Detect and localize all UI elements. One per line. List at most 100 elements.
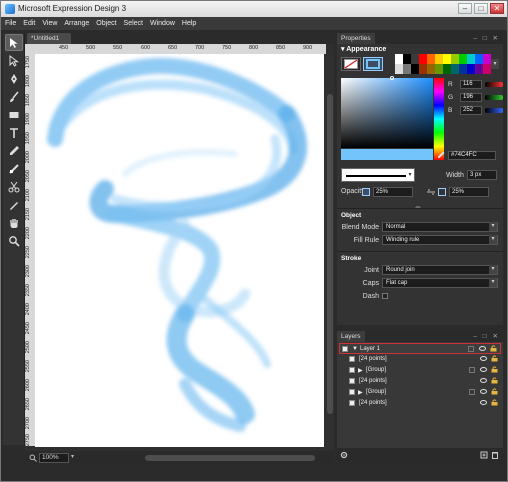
- layer-row[interactable]: ▼ Layer 1: [339, 343, 501, 354]
- knife-tool[interactable]: [5, 196, 23, 213]
- color-swatch[interactable]: [403, 54, 411, 64]
- color-swatch[interactable]: [435, 54, 443, 64]
- minimize-button[interactable]: –: [458, 3, 472, 14]
- blue-value-field[interactable]: 252: [460, 106, 482, 115]
- delete-layer-icon[interactable]: [491, 451, 499, 459]
- menu-file[interactable]: File: [5, 17, 16, 30]
- width-field[interactable]: 3 px: [467, 170, 497, 180]
- layer-row[interactable]: ▶ [Group]: [339, 387, 501, 398]
- blue-channel-bar[interactable]: [485, 108, 503, 113]
- color-swatch[interactable]: [411, 64, 419, 74]
- stroke-style-picker[interactable]: [341, 168, 415, 182]
- color-swatch[interactable]: [467, 64, 475, 74]
- color-swatch[interactable]: [411, 54, 419, 64]
- scissors-tool[interactable]: [5, 178, 23, 195]
- gear-icon[interactable]: [340, 451, 348, 459]
- stroke-style-dropdown-icon[interactable]: ▾: [405, 169, 415, 181]
- link-icon[interactable]: [426, 188, 436, 196]
- green-channel-bar[interactable]: [485, 95, 503, 100]
- lock-icon[interactable]: [491, 366, 498, 373]
- green-value-field[interactable]: 196: [460, 93, 482, 102]
- menu-object[interactable]: Object: [96, 17, 116, 30]
- layer-row[interactable]: [24 points]: [339, 376, 501, 387]
- vertical-scroll-thumb[interactable]: [327, 94, 333, 414]
- eyedropper-icon[interactable]: [437, 151, 445, 159]
- color-swatch[interactable]: [443, 64, 451, 74]
- close-button[interactable]: ✕: [490, 3, 504, 14]
- lock-icon[interactable]: [491, 377, 498, 384]
- eyedropper-tool[interactable]: [5, 142, 23, 159]
- artboard-canvas[interactable]: [35, 54, 324, 447]
- hue-slider[interactable]: [434, 78, 444, 160]
- pen-tool[interactable]: [5, 70, 23, 87]
- color-swatch[interactable]: [395, 64, 403, 74]
- visibility-eye-icon[interactable]: [480, 367, 487, 372]
- document-tab[interactable]: *Untitled1: [27, 33, 71, 44]
- color-swatch[interactable]: [403, 64, 411, 74]
- layer-select-checkbox[interactable]: [469, 389, 475, 395]
- layer-expander-icon[interactable]: ▼: [352, 346, 358, 352]
- layer-select-checkbox[interactable]: [469, 367, 475, 373]
- vertical-scrollbar[interactable]: [326, 54, 334, 447]
- color-swatch[interactable]: [451, 54, 459, 64]
- color-swatch[interactable]: [459, 64, 467, 74]
- layer-row[interactable]: [24 points]: [339, 354, 501, 365]
- caps-select[interactable]: Flat cap: [382, 278, 498, 288]
- red-channel-bar[interactable]: [485, 82, 503, 87]
- tab-layers[interactable]: Layers: [337, 331, 365, 342]
- menu-arrange[interactable]: Arrange: [64, 17, 89, 30]
- color-picker-marker[interactable]: [390, 76, 394, 80]
- color-swatch[interactable]: [443, 54, 451, 64]
- menu-edit[interactable]: Edit: [23, 17, 35, 30]
- text-tool[interactable]: [5, 124, 23, 141]
- menu-window[interactable]: Window: [150, 17, 175, 30]
- fill-rule-select[interactable]: Winding rule: [382, 235, 498, 245]
- tab-properties[interactable]: Properties: [337, 33, 375, 44]
- color-swatch[interactable]: [395, 54, 403, 64]
- color-swatch[interactable]: [467, 54, 475, 64]
- lock-icon[interactable]: [491, 355, 498, 362]
- color-swatches[interactable]: [395, 54, 491, 74]
- layer-select-checkbox[interactable]: [468, 346, 474, 352]
- layer-expander-icon[interactable]: ▶: [358, 367, 363, 374]
- lock-icon[interactable]: [490, 345, 497, 352]
- joint-select[interactable]: Round join: [382, 265, 498, 275]
- direct-select-tool[interactable]: [5, 52, 23, 69]
- hand-tool[interactable]: [5, 214, 23, 231]
- dash-checkbox[interactable]: [382, 293, 388, 299]
- panel-controls-icon[interactable]: – □ ✕: [473, 33, 500, 44]
- zoom-level-field[interactable]: 100%: [39, 453, 69, 463]
- color-swatch[interactable]: [475, 54, 483, 64]
- fill-opacity-field[interactable]: 25%: [373, 187, 413, 197]
- layer-expander-icon[interactable]: ▶: [358, 389, 363, 396]
- color-swatch[interactable]: [451, 64, 459, 74]
- new-layer-icon[interactable]: [480, 451, 488, 459]
- blend-mode-select[interactable]: Normal: [382, 222, 498, 232]
- selection-tool[interactable]: [5, 34, 23, 51]
- color-swatch[interactable]: [419, 64, 427, 74]
- hex-color-field[interactable]: #74C4FC: [448, 151, 496, 160]
- color-swatch[interactable]: [419, 54, 427, 64]
- zoom-dropdown-icon[interactable]: ▾: [71, 453, 79, 463]
- visibility-eye-icon[interactable]: [480, 356, 487, 361]
- layer-row[interactable]: ▶ [Group]: [339, 365, 501, 376]
- menu-view[interactable]: View: [42, 17, 57, 30]
- color-swatch[interactable]: [483, 64, 491, 74]
- visibility-eye-icon[interactable]: [479, 346, 486, 351]
- visibility-eye-icon[interactable]: [480, 378, 487, 383]
- color-swatch[interactable]: [427, 54, 435, 64]
- gradient-tool[interactable]: [5, 160, 23, 177]
- swatch-dropdown-icon[interactable]: ▾: [491, 59, 499, 69]
- color-swatch[interactable]: [475, 64, 483, 74]
- visibility-eye-icon[interactable]: [480, 389, 487, 394]
- brush-tool[interactable]: [5, 88, 23, 105]
- red-value-field[interactable]: 116: [460, 80, 482, 89]
- zoom-tool[interactable]: [5, 232, 23, 249]
- stroke-opacity-field[interactable]: 25%: [449, 187, 489, 197]
- menu-help[interactable]: Help: [182, 17, 196, 30]
- lock-icon[interactable]: [491, 388, 498, 395]
- rectangle-tool[interactable]: [5, 106, 23, 123]
- color-swatch[interactable]: [483, 54, 491, 64]
- lock-icon[interactable]: [491, 399, 498, 406]
- visibility-eye-icon[interactable]: [480, 400, 487, 405]
